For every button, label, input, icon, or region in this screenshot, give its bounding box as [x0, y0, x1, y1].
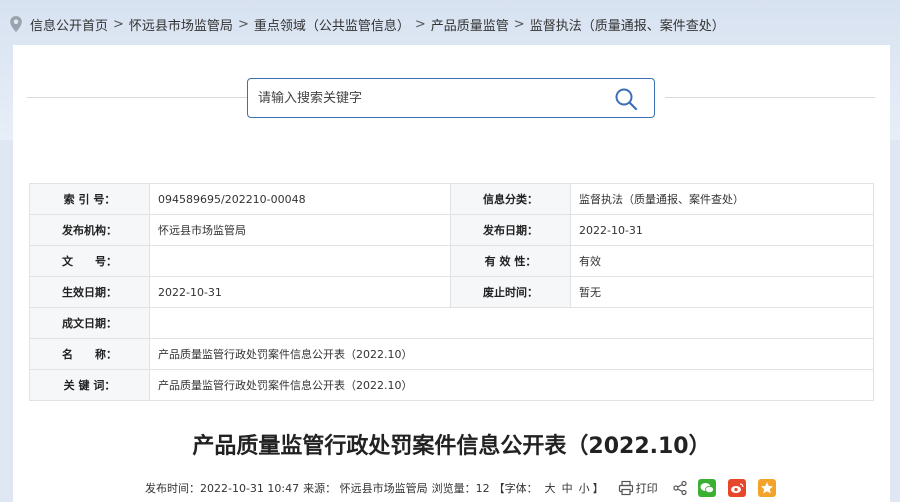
- table-row: 生效日期： 2022-10-31 废止时间： 暂无: [29, 276, 874, 308]
- location-pin-icon: [10, 16, 22, 32]
- table-row: 关 键 词： 产品质量监管行政处罚案件信息公开表（2022.10）: [29, 369, 874, 401]
- publish-date-label: 发布日期：: [450, 214, 571, 246]
- effective-date-value: 2022-10-31: [149, 276, 451, 308]
- breadcrumb-product-quality-link[interactable]: 产品质量监管: [431, 15, 509, 34]
- publisher-value: 怀远县市场监管局: [149, 214, 451, 246]
- source: 来源： 怀远县市场监管局: [303, 482, 428, 495]
- table-row: 名 称： 产品质量监管行政处罚案件信息公开表（2022.10）: [29, 338, 874, 370]
- search-box: [247, 78, 655, 118]
- publish-time: 发布时间：2022-10-31 10:47: [145, 482, 300, 495]
- index-value: 094589695/202210-00048: [149, 183, 451, 215]
- publish-date-value: 2022-10-31: [570, 214, 874, 246]
- view-count: 浏览量：12: [431, 482, 490, 495]
- abolish-time-label: 废止时间：: [450, 276, 571, 308]
- print-label: 打印: [635, 482, 658, 495]
- table-row: 索 引 号： 094589695/202210-00048 信息分类： 监督执法…: [29, 183, 874, 215]
- table-row: 发布机构： 怀远县市场监管局 发布日期： 2022-10-31: [29, 214, 874, 246]
- weibo-share-button[interactable]: [727, 479, 746, 497]
- document-number-value: [149, 245, 451, 277]
- weibo-icon: [730, 483, 744, 493]
- keywords-label: 关 键 词：: [29, 369, 150, 401]
- created-date-value: [149, 307, 874, 339]
- validity-value: 有效: [570, 245, 874, 277]
- share-icon[interactable]: [672, 480, 688, 496]
- font-size-prefix: 【字体：: [493, 482, 538, 495]
- category-value: 监督执法（质量通报、案件查处）: [570, 183, 874, 215]
- breadcrumb: 信息公开首页 > 怀远县市场监管局 > 重点领域（公共监管信息） > 产品质量监…: [8, 14, 725, 34]
- search-divider-left: [27, 97, 247, 98]
- validity-label: 有 效 性：: [450, 245, 571, 277]
- font-large-link[interactable]: 大: [545, 482, 556, 495]
- print-button[interactable]: 打印: [618, 480, 662, 496]
- search-divider-right: [665, 97, 875, 98]
- breadcrumb-enforcement-link[interactable]: 监督执法（质量通报、案件查处）: [530, 15, 725, 34]
- breadcrumb-separator: >: [113, 16, 124, 32]
- abolish-time-value: 暂无: [570, 276, 874, 308]
- name-label: 名 称：: [29, 338, 150, 370]
- table-row: 文 号： 有 效 性： 有效: [29, 245, 874, 277]
- font-size-suffix: 】: [592, 482, 604, 495]
- breadcrumb-separator: >: [414, 16, 426, 32]
- keywords-value: 产品质量监管行政处罚案件信息公开表（2022.10）: [149, 369, 874, 401]
- star-icon: [760, 482, 773, 494]
- index-label: 索 引 号：: [29, 183, 150, 215]
- metadata-table: 索 引 号： 094589695/202210-00048 信息分类： 监督执法…: [29, 183, 874, 401]
- font-small-link[interactable]: 小: [579, 482, 590, 495]
- search-input[interactable]: [258, 90, 598, 106]
- article-title: 产品质量监管行政处罚案件信息公开表（2022.10）: [192, 434, 711, 459]
- publisher-label: 发布机构：: [29, 214, 150, 246]
- breadcrumb-separator: >: [237, 16, 249, 32]
- category-label: 信息分类：: [450, 183, 571, 215]
- favorite-button[interactable]: [757, 479, 776, 497]
- breadcrumb-separator: >: [513, 16, 525, 32]
- search-icon[interactable]: [614, 87, 638, 111]
- font-medium-link[interactable]: 中: [562, 482, 573, 495]
- table-row: 成文日期：: [29, 307, 874, 339]
- printer-icon: [618, 480, 633, 496]
- font-size-switcher: 【字体： 大中小】: [494, 480, 608, 496]
- breadcrumb-key-area-link[interactable]: 重点领域（公共监管信息）: [254, 15, 410, 34]
- effective-date-label: 生效日期：: [29, 276, 150, 308]
- article-info-bar: 发布时间：2022-10-31 10:47 来源： 怀远县市场监管局 浏览量：1…: [145, 478, 780, 498]
- wechat-share-button[interactable]: [697, 479, 716, 497]
- created-date-label: 成文日期：: [29, 307, 150, 339]
- breadcrumb-bureau-link[interactable]: 怀远县市场监管局: [129, 15, 233, 34]
- breadcrumb-home-link[interactable]: 信息公开首页: [30, 15, 108, 34]
- document-number-label: 文 号：: [29, 245, 150, 277]
- name-value: 产品质量监管行政处罚案件信息公开表（2022.10）: [149, 338, 874, 370]
- wechat-icon: [700, 483, 714, 494]
